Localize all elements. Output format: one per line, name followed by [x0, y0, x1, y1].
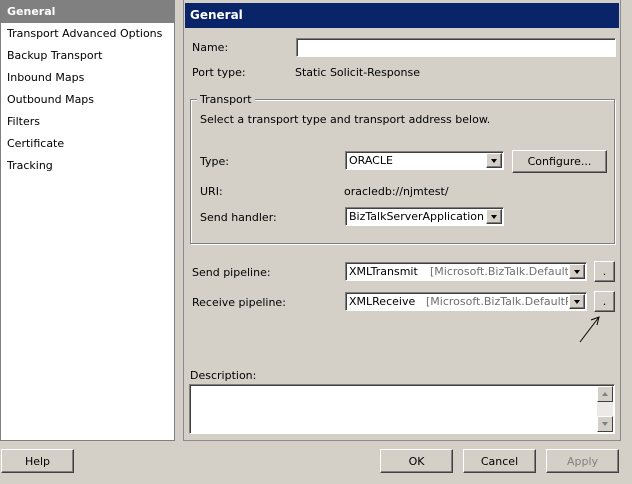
transport-type-value: ORACLE — [349, 154, 393, 167]
help-button[interactable]: Help — [1, 449, 74, 473]
description-field[interactable] — [191, 386, 597, 432]
chevron-down-icon[interactable] — [569, 294, 585, 309]
nav-item-backup-transport[interactable]: Backup Transport — [1, 45, 174, 67]
uri-value: oracledb://njmtest/ — [344, 185, 449, 198]
send-handler-select[interactable]: BizTalkServerApplication — [345, 207, 504, 226]
nav-item-transport-advanced-options[interactable]: Transport Advanced Options — [1, 23, 174, 45]
type-label: Type: — [200, 155, 229, 168]
nav-item-outbound-maps[interactable]: Outbound Maps — [1, 89, 174, 111]
cancel-button[interactable]: Cancel — [463, 449, 536, 473]
nav-item-filters[interactable]: Filters — [1, 111, 174, 133]
receive-pipeline-select[interactable]: XMLReceive [Microsoft.BizTalk.DefaultPip… — [345, 292, 587, 311]
send-pipeline-browse-button[interactable]: . — [594, 261, 615, 282]
scroll-up-icon[interactable] — [597, 386, 613, 402]
transport-instruction: Select a transport type and transport ad… — [200, 113, 491, 126]
send-handler-label: Send handler: — [200, 211, 277, 224]
send-pipeline-label: Send pipeline: — [192, 266, 271, 279]
receive-pipeline-assembly: [Microsoft.BizTalk.DefaultPipe — [426, 295, 568, 308]
name-label: Name: — [192, 41, 229, 54]
navigation-list: General Transport Advanced Options Backu… — [0, 0, 175, 441]
receive-pipeline-name: XMLReceive — [349, 295, 416, 308]
configure-button[interactable]: Configure... — [512, 150, 607, 173]
transport-type-select[interactable]: ORACLE — [345, 151, 504, 170]
name-field[interactable] — [296, 38, 616, 57]
receive-pipeline-label: Receive pipeline: — [192, 296, 286, 309]
description-scrollbar[interactable] — [597, 386, 613, 432]
send-pipeline-select[interactable]: XMLTransmit [Microsoft.BizTalk.DefaultPi… — [345, 262, 587, 281]
send-handler-value: BizTalkServerApplication — [349, 210, 484, 223]
chevron-down-icon[interactable] — [486, 209, 502, 224]
panel-title: General — [185, 3, 619, 28]
chevron-down-icon[interactable] — [486, 153, 502, 168]
nav-item-certificate[interactable]: Certificate — [1, 133, 174, 155]
ok-button[interactable]: OK — [380, 449, 453, 473]
nav-item-general[interactable]: General — [1, 1, 174, 23]
nav-item-inbound-maps[interactable]: Inbound Maps — [1, 67, 174, 89]
port-type-label: Port type: — [192, 66, 246, 79]
arrow-annotation-icon — [579, 316, 600, 343]
transport-group-title: Transport — [197, 93, 255, 106]
scroll-down-icon[interactable] — [597, 416, 613, 432]
port-type-value: Static Solicit-Response — [295, 66, 420, 79]
uri-label: URI: — [200, 185, 223, 198]
nav-item-tracking[interactable]: Tracking — [1, 155, 174, 177]
send-pipeline-name: XMLTransmit — [349, 265, 418, 278]
chevron-down-icon[interactable] — [569, 264, 585, 279]
apply-button[interactable]: Apply — [546, 449, 619, 473]
receive-pipeline-browse-button[interactable]: . — [594, 291, 615, 312]
general-panel: General Name: Port type: Static Solicit-… — [183, 0, 621, 441]
send-pipeline-assembly: [Microsoft.BizTalk.DefaultPipe — [430, 265, 568, 278]
description-label: Description: — [190, 369, 257, 382]
description-box — [189, 384, 615, 434]
